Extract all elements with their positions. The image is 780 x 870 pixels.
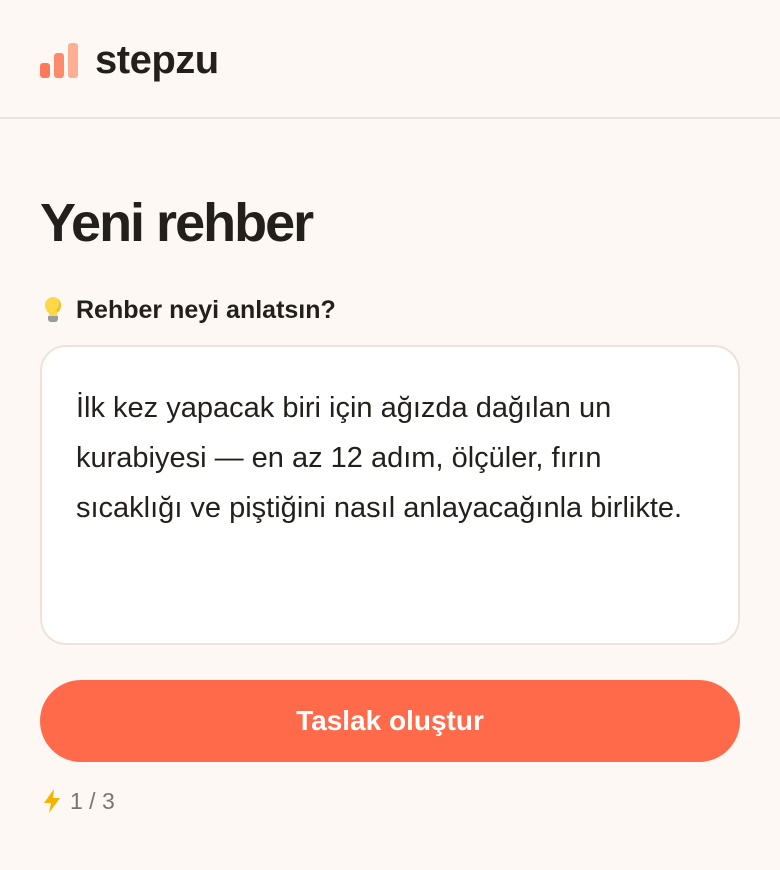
brand-name: stepzu: [95, 38, 219, 82]
lightbulb-icon: [42, 295, 64, 325]
bar-chart-logo-icon: [40, 42, 78, 78]
page-title: Yeni rehber: [40, 193, 314, 253]
brand-logo[interactable]: stepzu: [40, 40, 219, 80]
prompt-label-text: Rehber neyi anlatsın?: [76, 296, 336, 324]
guide-prompt-input[interactable]: İlk kez yapacak biri için ağızda dağılan…: [40, 345, 740, 645]
usage-quota-text: 1 / 3: [70, 788, 115, 814]
prompt-label: Rehber neyi anlatsın?: [42, 293, 336, 327]
usage-quota: 1 / 3: [40, 786, 115, 816]
create-draft-button[interactable]: Taslak oluştur: [40, 680, 740, 762]
app-header: stepzu: [0, 0, 780, 119]
lightning-icon: [44, 789, 60, 813]
